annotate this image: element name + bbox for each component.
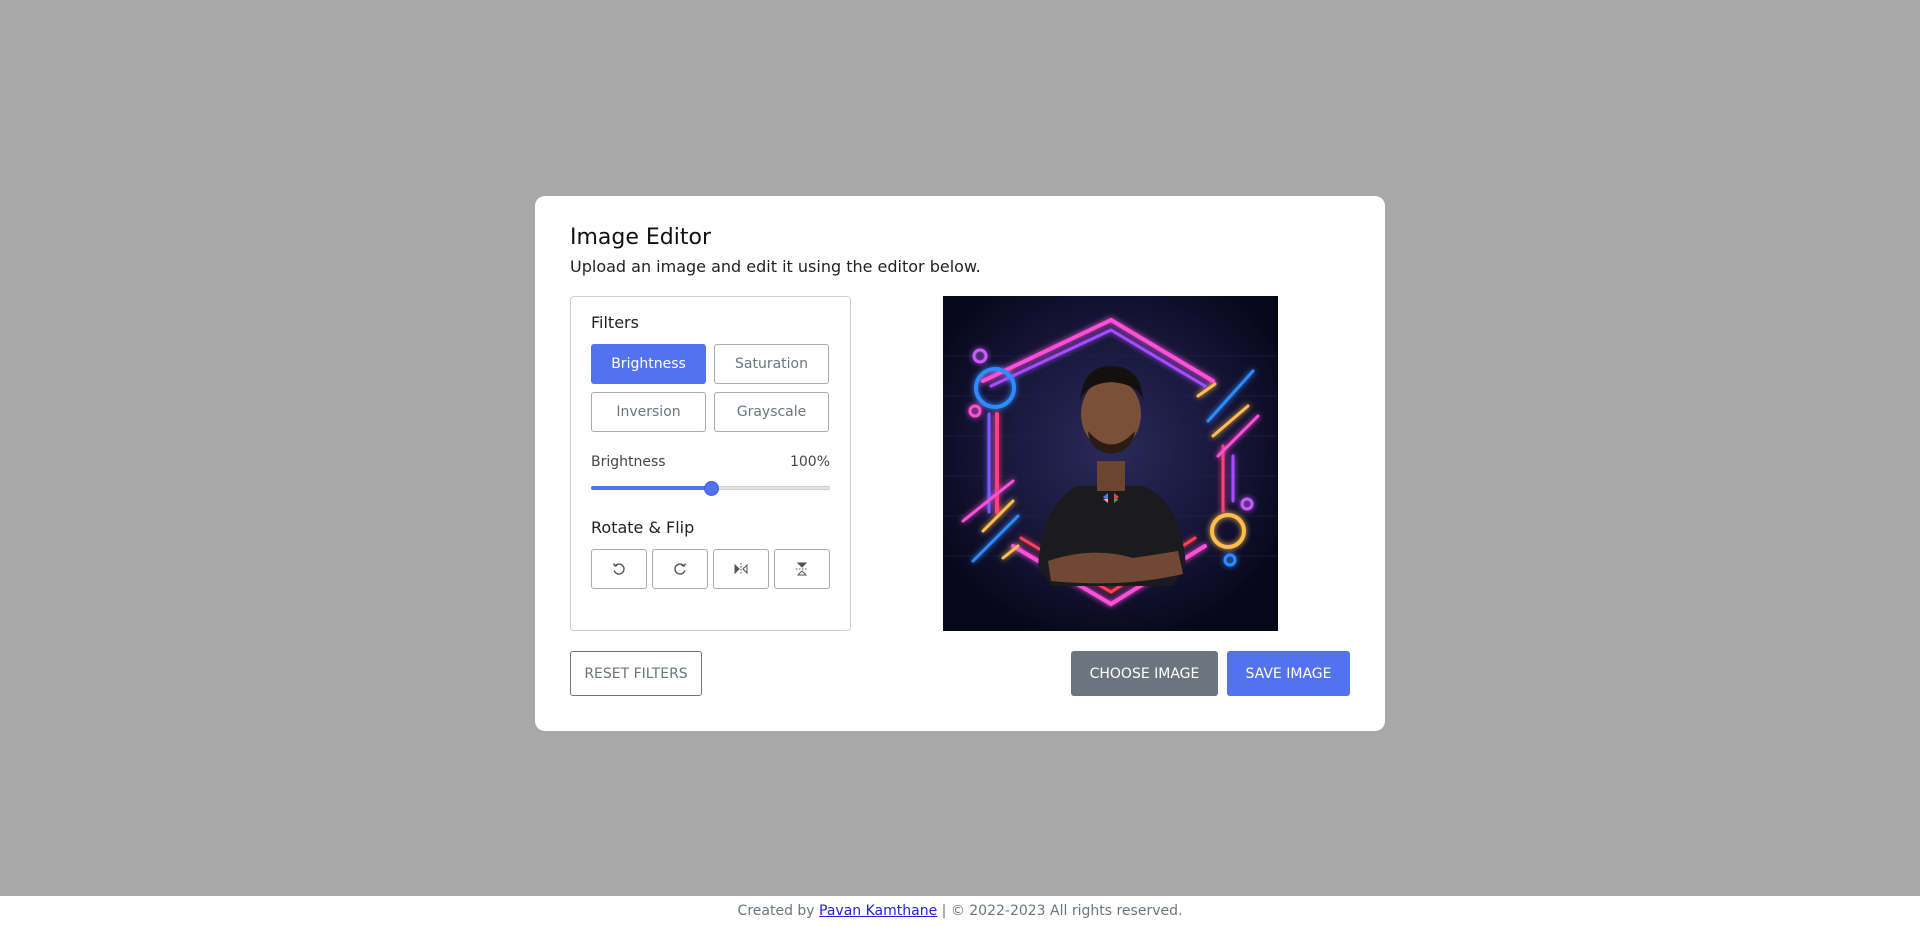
rotate-options (591, 549, 830, 589)
slider-label: Brightness (591, 454, 666, 470)
choose-image-button[interactable]: Choose Image (1071, 651, 1218, 696)
footer-suffix: | © 2022-2023 All rights reserved. (941, 903, 1183, 919)
filter-brightness-button[interactable]: Brightness (591, 344, 706, 384)
editor-panel: Filters Brightness Saturation Inversion … (570, 296, 851, 631)
page-title: Image Editor (570, 225, 712, 250)
filter-options: Brightness Saturation Inversion Grayscal… (591, 344, 830, 432)
flip-horizontal-icon (734, 563, 748, 575)
reset-filters-button[interactable]: Reset Filters (570, 651, 702, 696)
filter-saturation-button[interactable]: Saturation (714, 344, 829, 384)
image-preview (943, 296, 1278, 631)
flip-vertical-button[interactable] (774, 549, 830, 589)
rotate-title: Rotate & Flip (591, 518, 695, 537)
preview-image (943, 296, 1278, 631)
slider-thumb[interactable] (703, 481, 719, 496)
footer-prefix: Created by (737, 903, 815, 919)
rotate-left-icon (612, 563, 625, 575)
slider-value: 100% (789, 454, 830, 470)
footer: Created by Pavan Kamthane | © 2022-2023 … (0, 896, 1920, 927)
filter-slider[interactable] (591, 478, 830, 498)
slider-info: Brightness 100% (591, 454, 830, 470)
page-subtitle: Upload an image and edit it using the ed… (570, 256, 981, 276)
rotate-right-icon (674, 563, 687, 575)
action-controls: Reset Filters Choose Image Save Image (570, 651, 1350, 696)
flip-vertical-icon (796, 562, 808, 576)
rotate-left-button[interactable] (591, 549, 647, 589)
filter-grayscale-button[interactable]: Grayscale (714, 392, 829, 432)
slider-fill (591, 486, 711, 490)
editor-card: Image Editor Upload an image and edit it… (535, 196, 1385, 731)
rotate-right-button[interactable] (652, 549, 708, 589)
author-link[interactable]: Pavan Kamthane (819, 903, 937, 919)
filters-title: Filters (591, 313, 639, 332)
flip-horizontal-button[interactable] (713, 549, 769, 589)
filter-inversion-button[interactable]: Inversion (591, 392, 706, 432)
save-image-button[interactable]: Save Image (1227, 651, 1350, 696)
